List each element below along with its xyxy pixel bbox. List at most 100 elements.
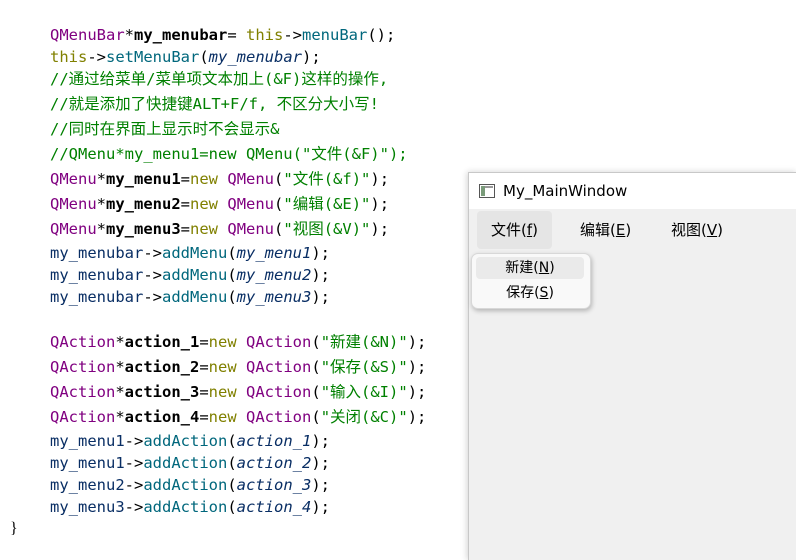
code-token: ); <box>302 48 321 66</box>
code-token: ); <box>370 220 390 238</box>
popup-label: 新建( <box>505 260 539 276</box>
code-token: action_1 <box>236 432 312 450</box>
code-token: * <box>96 195 107 213</box>
code-token: * <box>96 220 107 238</box>
menu-label: 编辑( <box>580 221 616 239</box>
code-token: ( <box>227 288 237 306</box>
code-token: = <box>180 170 191 188</box>
code-token: ); <box>311 288 330 306</box>
code-token: ); <box>407 408 427 426</box>
code-line: my_menu2->addAction(action_3); <box>50 475 330 495</box>
code-line: QMenu*my_menu3=new QMenu("视图(&V)"); <box>50 219 389 239</box>
code-token: -> <box>143 288 162 306</box>
code-token: "视图(&V)" <box>283 220 371 238</box>
code-token: = <box>180 195 191 213</box>
code-line: QAction*action_4=new QAction("关闭(&C)"); <box>50 407 426 427</box>
code-token: ); <box>311 476 330 494</box>
code-token: addMenu <box>162 288 228 306</box>
code-token: addAction <box>143 498 228 516</box>
code-token: action_2 <box>236 454 312 472</box>
code-token: ( <box>227 244 237 262</box>
app-window-icon <box>479 184 495 198</box>
code-token: my_menubar <box>50 244 144 262</box>
code-token: action_1 <box>124 333 200 351</box>
code-token: * <box>115 408 125 426</box>
popup-item-new[interactable]: 新建(N) <box>476 257 584 279</box>
popup-suffix: ) <box>549 260 555 276</box>
code-token: addAction <box>143 432 228 450</box>
code-token: QAction <box>246 408 312 426</box>
code-line: my_menubar->addMenu(my_menu2); <box>50 265 330 285</box>
menu-suffix: ) <box>625 221 632 239</box>
code-token: ( <box>311 358 321 376</box>
code-token: my_menubar <box>208 48 302 66</box>
code-token: "保存(&S)" <box>320 358 408 376</box>
code-token: ); <box>311 244 330 262</box>
code-token: my_menu2 <box>236 266 312 284</box>
code-token: ( <box>199 48 209 66</box>
code-token: my_menu1 <box>106 170 181 188</box>
code-token: ( <box>227 454 237 472</box>
code-token: QAction <box>246 383 312 401</box>
code-line: //QMenu*my_menu1=new QMenu("文件(&F)"); <box>50 144 408 164</box>
popup-item-save[interactable]: 保存(S) <box>476 282 584 304</box>
code-token: ); <box>311 454 330 472</box>
code-line: my_menubar->addMenu(my_menu3); <box>50 287 330 307</box>
code-token: my_menubar <box>50 266 144 284</box>
code-token: addMenu <box>162 266 228 284</box>
code-token: ( <box>311 383 321 401</box>
code-token: new <box>208 408 237 426</box>
code-token: addAction <box>143 476 228 494</box>
code-token: QMenuBar <box>50 26 125 44</box>
menu-view[interactable]: 视图(V) <box>657 211 737 249</box>
code-token: QMenu <box>50 195 97 213</box>
menu-edit[interactable]: 编辑(E) <box>566 211 645 249</box>
code-line: my_menu1->addAction(action_1); <box>50 431 330 451</box>
code-token: = <box>199 408 209 426</box>
code-token: action_2 <box>124 358 200 376</box>
code-token: QMenu <box>50 220 97 238</box>
code-token: ( <box>227 266 237 284</box>
code-token: //就是添加了快捷键ALT+F/f, 不区分大小写! <box>50 95 379 113</box>
code-token: addMenu <box>162 244 228 262</box>
code-token: action_4 <box>124 408 200 426</box>
code-line: my_menubar->addMenu(my_menu1); <box>50 243 330 263</box>
code-token: -> <box>124 432 144 450</box>
code-token: ( <box>227 432 237 450</box>
code-token: my_menu3 <box>236 288 312 306</box>
menu-file[interactable]: 文件(f) <box>477 211 552 249</box>
code-token: action_3 <box>236 476 312 494</box>
code-token: new <box>190 170 219 188</box>
code-token: action_3 <box>124 383 200 401</box>
window-title: My_MainWindow <box>503 182 628 200</box>
code-token: -> <box>124 498 144 516</box>
code-token: QAction <box>50 333 116 351</box>
title-bar[interactable]: My_MainWindow <box>469 173 796 209</box>
code-token: -> <box>283 26 302 44</box>
code-line: //通过给菜单/菜单项文本加上(&F)这样的操作, <box>50 69 388 89</box>
code-token: ( <box>227 498 237 516</box>
code-token: ( <box>274 195 284 213</box>
code-line: QMenu*my_menu1=new QMenu("文件(&f)"); <box>50 169 389 189</box>
code-token: * <box>115 333 125 351</box>
code-token: new <box>208 358 237 376</box>
code-token: * <box>115 358 125 376</box>
main-window[interactable]: My_MainWindow 文件(f) 编辑(E) 视图(V) <box>468 172 796 560</box>
code-token: -> <box>87 48 106 66</box>
code-token: "输入(&I)" <box>320 383 408 401</box>
code-token: QMenu <box>227 220 275 238</box>
code-token: ); <box>407 358 427 376</box>
menu-bar: 文件(f) 编辑(E) 视图(V) <box>469 209 796 253</box>
code-line: QMenu*my_menu2=new QMenu("编辑(&E)"); <box>50 194 389 214</box>
code-token: QAction <box>50 358 116 376</box>
code-token: * <box>124 26 134 44</box>
menu-label: 文件( <box>491 221 527 239</box>
code-token: new <box>190 195 219 213</box>
code-line: QMenuBar*my_menubar= this->menuBar(); <box>50 25 395 45</box>
code-token: setMenuBar <box>106 48 200 66</box>
code-token: QAction <box>246 333 312 351</box>
